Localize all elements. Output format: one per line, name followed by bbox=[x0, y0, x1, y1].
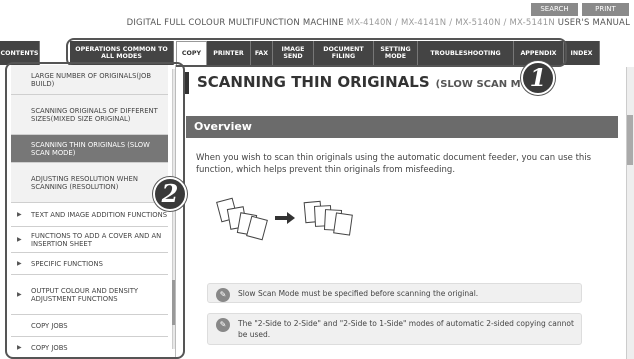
model-numbers: MX-4140N / MX-4141N / MX-5140N / MX-5141… bbox=[346, 18, 555, 28]
sidebar-item-slow-scan[interactable]: SCANNING THIN ORIGINALS (SLOW SCAN MODE) bbox=[11, 135, 168, 163]
sidebar-item-mixed-size[interactable]: SCANNING ORIGINALS OF DIFFERENT SIZES(MI… bbox=[11, 95, 168, 135]
sidebar-scrollbar-thumb[interactable] bbox=[172, 280, 175, 325]
sidebar-item-specific-functions[interactable]: ▶ SPECIFIC FUNCTIONS bbox=[11, 253, 168, 275]
search-button[interactable]: SEARCH bbox=[531, 3, 578, 16]
sidebar-item-text-image-addition[interactable]: ▶ TEXT AND IMAGE ADDITION FUNCTIONS bbox=[11, 203, 168, 227]
tab-document-filing[interactable]: DOCUMENT FILING bbox=[314, 41, 374, 65]
note-2-sided: ✎ The "2-Side to 2-Side" and "2-Side to 1… bbox=[207, 313, 582, 345]
tab-setting-mode[interactable]: SETTING MODE bbox=[374, 41, 418, 65]
sidebar-item-cover-insertion[interactable]: ▶ FUNCTIONS TO ADD A COVER AND AN INSERTI… bbox=[11, 227, 168, 253]
callout-badge-1: 1 bbox=[521, 61, 555, 95]
note-text: Slow Scan Mode must be specified before … bbox=[238, 289, 479, 298]
expand-arrow-icon: ▶ bbox=[17, 235, 22, 243]
expand-arrow-icon: ▶ bbox=[17, 210, 22, 218]
sidebar: LARGE NUMBER OF ORIGINALS(JOB BUILD) SCA… bbox=[11, 65, 176, 359]
main-scrollbar[interactable] bbox=[626, 67, 634, 359]
sidebar-item-job-build[interactable]: LARGE NUMBER OF ORIGINALS(JOB BUILD) bbox=[11, 65, 168, 95]
sidebar-item-copy-jobs[interactable]: COPY JOBS bbox=[11, 315, 168, 337]
tab-operations-common[interactable]: OPERATIONS COMMON TO ALL MODES bbox=[70, 41, 174, 65]
print-button[interactable]: PRINT bbox=[582, 3, 629, 16]
page-title: SCANNING THIN ORIGINALS (SLOW SCAN M bbox=[197, 73, 521, 91]
tab-image-send[interactable]: IMAGE SEND bbox=[273, 41, 314, 65]
sidebar-item-label: OUTPUT COLOUR AND DENSITY ADJUSTMENT FUN… bbox=[31, 286, 139, 303]
page-subtitle: (SLOW SCAN M bbox=[435, 79, 521, 90]
note-icon: ✎ bbox=[216, 288, 230, 302]
note-text: The "2-Side to 2-Side" and "2-Side to 1-… bbox=[238, 319, 574, 339]
sidebar-item-label: TEXT AND IMAGE ADDITION FUNCTIONS bbox=[31, 210, 168, 219]
sidebar-item-label: COPY JOBS bbox=[31, 343, 68, 352]
expand-arrow-icon: ▶ bbox=[17, 259, 22, 267]
manual-title-prefix: DIGITAL FULL COLOUR MULTIFUNCTION MACHIN… bbox=[126, 18, 347, 28]
aligned-pages-icon bbox=[303, 200, 353, 236]
page-title-text: SCANNING THIN ORIGINALS bbox=[197, 73, 430, 91]
title-accent-bar bbox=[185, 72, 189, 94]
note-icon: ✎ bbox=[216, 318, 230, 332]
manual-title: DIGITAL FULL COLOUR MULTIFUNCTION MACHIN… bbox=[90, 18, 630, 30]
scattered-pages-icon bbox=[216, 197, 268, 241]
tab-printer[interactable]: PRINTER bbox=[207, 41, 251, 65]
sidebar-item-colour-density[interactable]: ▶ OUTPUT COLOUR AND DENSITY ADJUSTMENT FU… bbox=[11, 275, 168, 315]
tab-fax[interactable]: FAX bbox=[251, 41, 273, 65]
sidebar-item-label: FUNCTIONS TO ADD A COVER AND AN INSERTIO… bbox=[31, 231, 162, 248]
overview-heading: Overview bbox=[186, 116, 618, 138]
expand-arrow-icon: ▶ bbox=[17, 290, 22, 298]
expand-arrow-icon: ▶ bbox=[17, 343, 22, 351]
sidebar-item-resolution[interactable]: ADJUSTING RESOLUTION WHEN SCANNING (RESO… bbox=[11, 163, 168, 203]
right-arrow-icon bbox=[275, 212, 295, 224]
callout-badge-2: 2 bbox=[153, 177, 187, 211]
note-slow-scan: ✎ Slow Scan Mode must be specified before… bbox=[207, 283, 582, 303]
tab-contents[interactable]: CONTENTS bbox=[0, 41, 40, 65]
thin-originals-illustration bbox=[216, 197, 353, 241]
overview-paragraph: When you wish to scan thin originals usi… bbox=[196, 153, 592, 175]
tab-index[interactable]: INDEX bbox=[564, 41, 600, 65]
main-scrollbar-thumb[interactable] bbox=[627, 115, 633, 165]
sidebar-item-label: SPECIFIC FUNCTIONS bbox=[31, 259, 103, 268]
manual-title-suffix: USER'S MANUAL bbox=[554, 18, 630, 28]
tab-copy[interactable]: COPY bbox=[176, 41, 207, 65]
tab-troubleshooting[interactable]: TROUBLESHOOTING bbox=[418, 41, 514, 65]
sidebar-item-copy-jobs-2[interactable]: ▶ COPY JOBS bbox=[11, 337, 168, 359]
